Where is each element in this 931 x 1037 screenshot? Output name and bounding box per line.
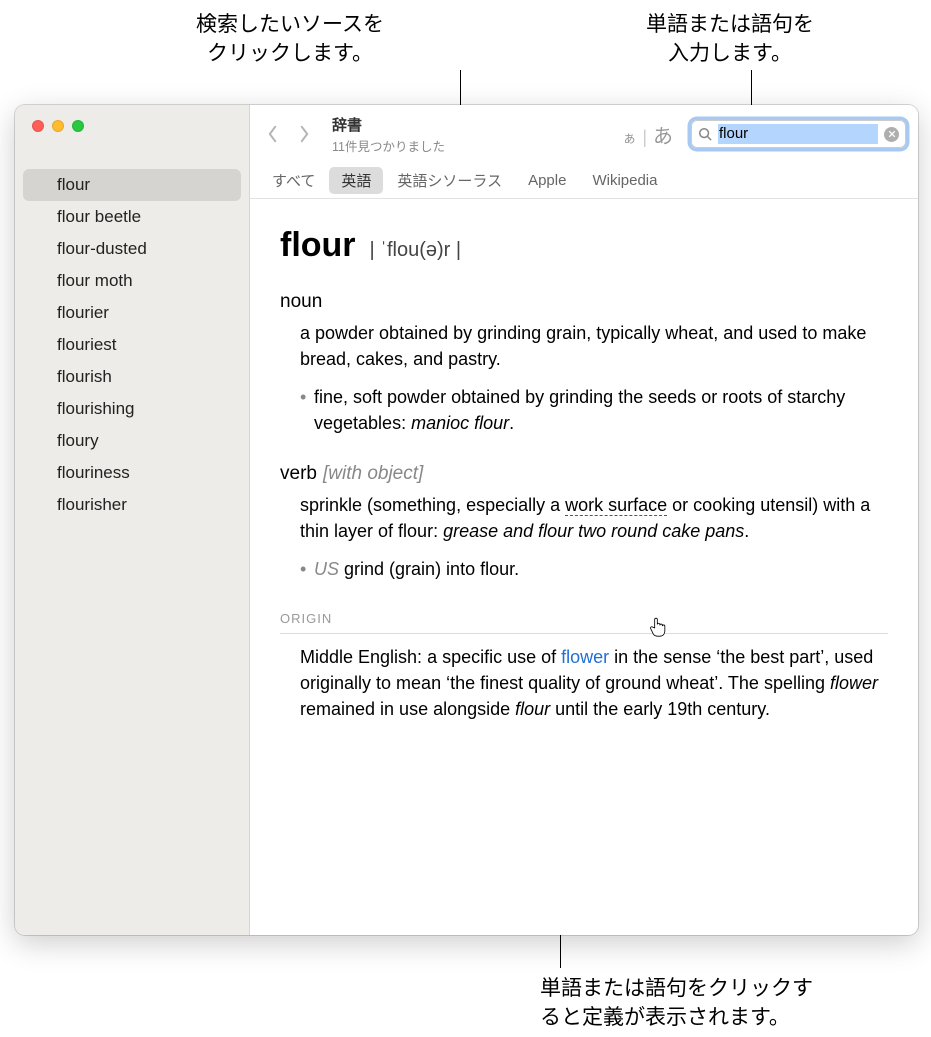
cursor-hand-icon [648,616,668,638]
source-tab[interactable]: 英語 [329,167,383,194]
source-tab[interactable]: すべて [260,167,327,194]
list-item[interactable]: flour moth [15,265,249,297]
noun-definition: a powder obtained by grinding grain, typ… [300,320,888,372]
verb-definition: sprinkle (something, especially a work s… [300,492,888,544]
close-icon[interactable] [32,120,44,132]
list-item[interactable]: flourier [15,297,249,329]
source-tab[interactable]: 英語シソーラス [385,167,514,194]
search-icon [698,127,712,141]
sidebar: flourflour beetleflour-dustedflour mothf… [15,105,250,935]
callout-input: 単語または語句を 入力します。 [580,10,880,69]
lookup-link[interactable]: work surface [565,495,667,516]
list-item[interactable]: flour [23,169,241,201]
title-block: 辞書 11件見つかりました [332,114,465,155]
result-count: 11件見つかりました [332,136,445,155]
forward-button[interactable] [290,120,318,148]
font-separator: | [642,127,647,148]
list-item[interactable]: flour beetle [15,201,249,233]
list-item[interactable]: flourish [15,361,249,393]
list-item[interactable]: flouriest [15,329,249,361]
definition-content: flour | ˈflou(ə)r | noun a powder obtain… [250,199,918,935]
origin-body: Middle English: a specific use of flower… [300,644,888,722]
clear-search-button[interactable] [884,127,899,142]
toolbar: 辞書 11件見つかりました ぁ | あ flour [250,105,918,163]
origin-header: ORIGIN [280,610,888,634]
word-list: flourflour beetleflour-dustedflour mothf… [15,163,249,935]
font-size-control[interactable]: ぁ | あ [622,120,673,149]
window-controls [15,105,249,163]
headword: flour [280,221,356,270]
list-item[interactable]: flour-dusted [15,233,249,265]
pos-noun: noun [280,288,888,316]
verb-sub-definition: US grind (grain) into flour. [300,556,888,582]
main-area: 辞書 11件見つかりました ぁ | あ flour すべて英語英語シソーラスAp… [250,105,918,935]
zoom-icon[interactable] [72,120,84,132]
search-input[interactable]: flour [691,120,906,148]
dictionary-window: flourflour beetleflour-dustedflour mothf… [15,105,918,935]
font-small-icon: ぁ [622,128,636,148]
callout-source: 検索したいソースを クリックします。 [140,10,440,69]
list-item[interactable]: flourishing [15,393,249,425]
source-tab[interactable]: Wikipedia [580,169,669,192]
source-tabs: すべて英語英語シソーラスAppleWikipedia [250,163,918,199]
list-item[interactable]: floury [15,425,249,457]
pos-verb: verb[with object] [280,460,888,488]
search-value: flour [718,124,878,144]
font-large-icon: あ [653,120,673,149]
list-item[interactable]: flouriness [15,457,249,489]
window-title: 辞書 [332,114,445,135]
minimize-icon[interactable] [52,120,64,132]
back-button[interactable] [258,120,286,148]
pronunciation: | ˈflou(ə)r | [370,236,462,265]
close-icon [888,130,896,138]
list-item[interactable]: flourisher [15,489,249,521]
callout-lookup: 単語または語句をクリックす ると定義が表示されます。 [540,974,870,1033]
noun-sub-definition: fine, soft powder obtained by grinding t… [300,384,888,436]
source-tab[interactable]: Apple [516,169,578,192]
origin-link[interactable]: flower [561,647,609,667]
